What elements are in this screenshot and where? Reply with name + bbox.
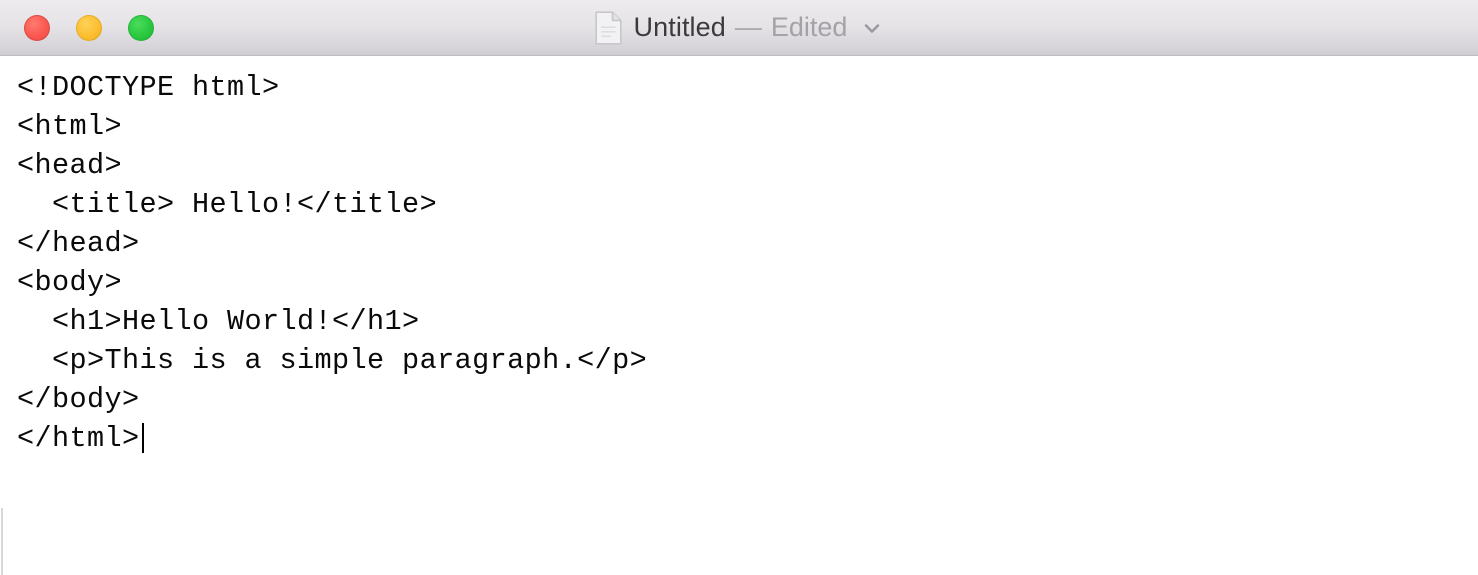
window-titlebar: Untitled — Edited — [0, 0, 1478, 56]
window-controls — [24, 0, 154, 55]
text-editor-window: Untitled — Edited <!DOCTYPE html> <html>… — [0, 0, 1478, 575]
document-icon — [594, 10, 622, 45]
left-margin-rule — [1, 508, 3, 575]
editor-area[interactable]: <!DOCTYPE html> <html> <head> <title> He… — [0, 56, 1478, 575]
title-separator: — — [734, 12, 762, 42]
text-caret — [141, 423, 144, 453]
zoom-button[interactable] — [128, 14, 154, 41]
window-title-group: Untitled — Edited — [0, 0, 1478, 55]
chevron-down-icon[interactable] — [861, 17, 883, 39]
window-title: Untitled — [633, 12, 726, 42]
title-edited-state: Edited — [770, 12, 848, 42]
minimize-button[interactable] — [76, 14, 102, 41]
close-button[interactable] — [24, 14, 50, 41]
code-text[interactable]: <!DOCTYPE html> <html> <head> <title> He… — [17, 68, 647, 458]
